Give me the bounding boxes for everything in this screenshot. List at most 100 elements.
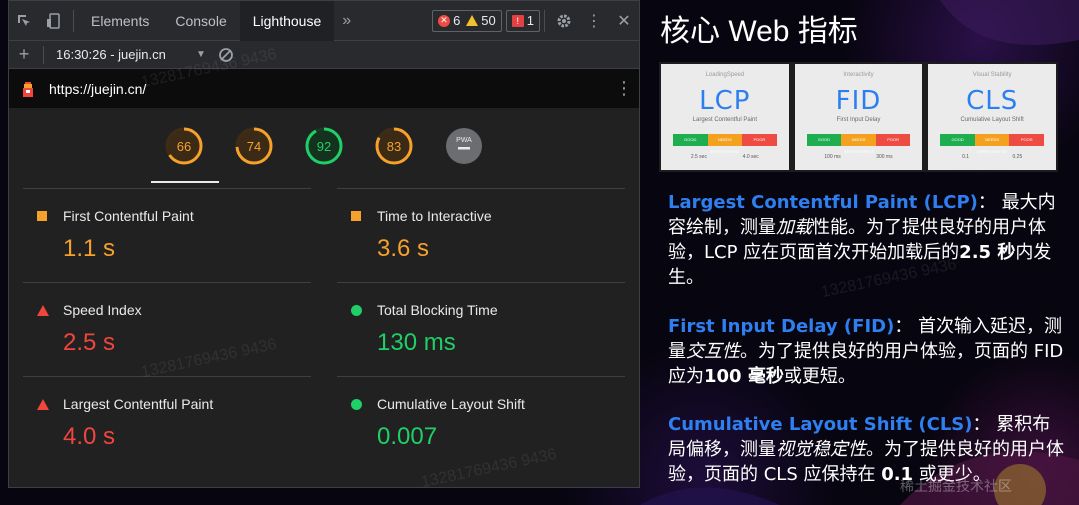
fid-card: Interactivity FID First Input Delay GOOD… (794, 64, 923, 170)
score-gauges: 66 74 92 83 PWA (9, 108, 639, 184)
average-square-icon (37, 211, 47, 221)
settings-gear-icon[interactable] (549, 1, 579, 41)
card-abbreviation: LCP (699, 86, 751, 116)
tick-label: 0.1 (962, 154, 970, 160)
fid-strong: 100 毫秒 (704, 366, 784, 387)
chevron-down-icon[interactable]: ▼ (196, 49, 206, 60)
fail-triangle-icon (37, 305, 49, 316)
metrics-grid: First Contentful Paint 1.1 s Time to Int… (9, 184, 639, 484)
fid-emphasis: 交互性 (686, 341, 740, 362)
lighthouse-report-bar: + 16:30:26 - juejin.cn ▼ (9, 41, 639, 69)
console-counts-badge[interactable]: ✕ 6 50 (432, 9, 502, 32)
metric-value: 130 ms (377, 329, 456, 356)
gauge-score-accessibility: 74 (247, 139, 261, 154)
poor-segment: POOR (875, 134, 911, 146)
needs-improvement-segment: NEEDS IMPROVEMENT (841, 134, 876, 154)
cls-card: Visual Stability CLS Cumulative Layout S… (928, 64, 1057, 170)
clear-reports-icon[interactable] (218, 47, 234, 63)
lcp-card: LoadingSpeed LCP Largest Contentful Pain… (661, 64, 789, 170)
toolbar-divider (73, 9, 74, 32)
metric-speed-index: Speed Index 2.5 s (23, 282, 311, 376)
gauge-best-practices[interactable]: 92 (289, 126, 359, 166)
device-toolbar-icon[interactable] (39, 1, 69, 41)
devtools-panel: Elements Console Lighthouse » ✕ 6 50 ! 1… (8, 0, 640, 488)
card-subtitle: Largest Contentful Paint (692, 117, 758, 123)
new-report-plus-icon[interactable]: + (9, 41, 39, 69)
fid-description: First Input Delay (FID)： 首次输入延迟，测量交互性。为了… (668, 314, 1064, 389)
metric-name: Largest Contentful Paint (63, 396, 214, 412)
metric-value: 2.5 s (63, 329, 116, 356)
card-subtitle: First Input Delay (836, 117, 881, 123)
needs-improvement-segment: NEEDS IMPROVEMENT (974, 134, 1010, 154)
tab-lighthouse[interactable]: Lighthouse (239, 1, 335, 41)
threshold-bar: GOOD NEEDS IMPROVEMENT POOR (673, 134, 777, 154)
tab-elements[interactable]: Elements (78, 1, 162, 41)
report-selector[interactable]: 16:30:26 - juejin.cn (56, 47, 196, 62)
good-segment: GOOD (940, 134, 975, 146)
gauge-seo[interactable]: 83 (359, 126, 429, 166)
more-options-icon[interactable]: ⋮ (579, 1, 609, 41)
threshold-ticks: 0.1 0.25 (940, 154, 1044, 160)
poor-segment: POOR (742, 134, 777, 146)
issues-badge[interactable]: ! 1 (505, 9, 540, 32)
cls-term: Cumulative Layout Shift (CLS) (668, 414, 973, 435)
card-subtitle: Cumulative Layout Shift (960, 117, 1024, 123)
pwa-label: PWA (456, 137, 472, 144)
gauge-pwa[interactable]: PWA (429, 126, 499, 166)
tick-label: 0.25 (1012, 154, 1023, 160)
threshold-bar: GOOD NEEDS IMPROVEMENT POOR (940, 134, 1045, 154)
lighthouse-logo-icon (23, 81, 33, 97)
gauge-score-best-practices: 92 (317, 139, 331, 154)
metric-first-contentful-paint: First Contentful Paint 1.1 s (23, 188, 311, 282)
metric-name: Cumulative Layout Shift (377, 396, 525, 412)
audited-url[interactable]: https://juejin.cn/ (49, 81, 609, 97)
lcp-term: Largest Contentful Paint (LCP) (668, 192, 978, 213)
warning-count: 50 (481, 13, 496, 28)
error-count: 6 (453, 13, 461, 28)
devtools-toolbar: Elements Console Lighthouse » ✕ 6 50 ! 1… (9, 1, 639, 41)
fail-triangle-icon (37, 399, 49, 410)
card-category: Interactivity (843, 72, 874, 78)
issues-icon: ! (511, 14, 524, 27)
lcp-description: Largest Contentful Paint (LCP)： 最大内容绘制，测… (668, 190, 1064, 290)
inspect-element-icon[interactable] (9, 1, 39, 41)
pass-circle-icon (351, 305, 362, 316)
warning-icon (466, 15, 479, 26)
active-gauge-indicator (151, 181, 219, 183)
tab-console[interactable]: Console (162, 1, 239, 41)
gauge-score-seo: 83 (387, 139, 401, 154)
needs-improvement-segment: NEEDS IMPROVEMENT (707, 134, 743, 154)
tick-label: 2.5 sec (690, 154, 707, 160)
gauge-score-performance: 66 (177, 139, 191, 154)
close-icon[interactable]: ✕ (609, 1, 639, 41)
core-web-vitals-cards: LoadingSpeed LCP Largest Contentful Pain… (659, 62, 1058, 172)
fid-term: First Input Delay (FID) (668, 316, 895, 337)
good-segment: GOOD (806, 134, 842, 146)
metric-value: 1.1 s (63, 235, 116, 262)
pass-circle-icon (351, 399, 362, 410)
lcp-emphasis: 加载 (776, 217, 812, 238)
more-tabs-button[interactable]: » (334, 12, 359, 30)
gauge-accessibility[interactable]: 74 (219, 126, 289, 166)
threshold-ticks: 2.5 sec 4.0 sec (673, 154, 777, 160)
metric-total-blocking-time: Total Blocking Time 130 ms (337, 282, 625, 376)
tick-label: 300 ms (876, 154, 893, 160)
card-abbreviation: FID (835, 86, 882, 116)
metric-name: Time to Interactive (377, 208, 492, 224)
report-menu-icon[interactable]: ⋮ (609, 78, 639, 99)
threshold-ticks: 100 ms 300 ms (807, 154, 911, 160)
gauge-performance[interactable]: 66 (149, 126, 219, 166)
card-category: Visual Stability (972, 72, 1012, 78)
poor-segment: POOR (1009, 134, 1045, 146)
metric-cumulative-layout-shift: Cumulative Layout Shift 0.007 (337, 376, 625, 470)
lcp-strong: 2.5 秒 (959, 242, 1016, 263)
card-abbreviation: CLS (966, 86, 1019, 116)
metric-value: 3.6 s (377, 235, 430, 262)
metric-largest-contentful-paint: Largest Contentful Paint 4.0 s (23, 376, 311, 470)
metric-name: First Contentful Paint (63, 208, 194, 224)
threshold-bar: GOOD NEEDS IMPROVEMENT POOR (806, 134, 911, 154)
audited-url-bar: https://juejin.cn/ ⋮ (9, 69, 639, 108)
tick-label: 100 ms (824, 154, 841, 160)
toolbar-divider (544, 9, 545, 32)
average-square-icon (351, 211, 361, 221)
